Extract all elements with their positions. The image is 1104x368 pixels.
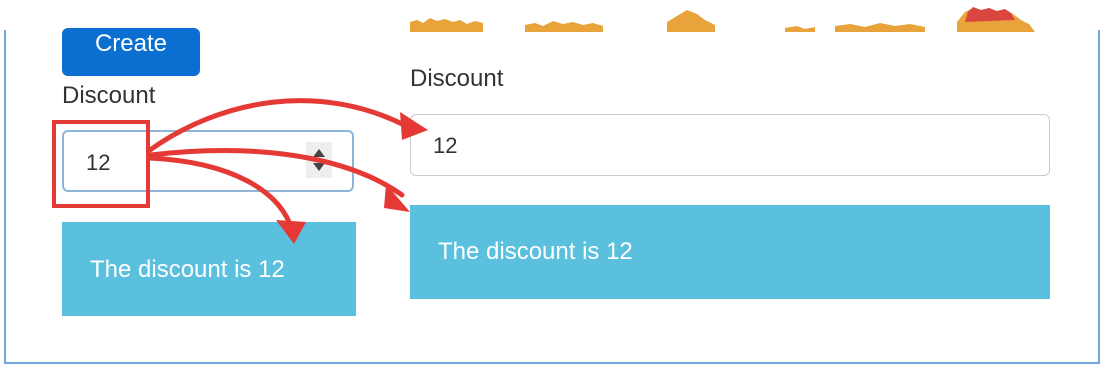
spinner-arrows-icon[interactable]	[306, 142, 332, 178]
discount-label-left: Discount	[62, 82, 156, 109]
discount-text-input[interactable]: 12	[410, 114, 1050, 176]
discount-message-right-text: The discount is 12	[438, 238, 633, 265]
stepper-down-icon[interactable]	[313, 163, 325, 171]
highlight-box	[52, 120, 150, 208]
discount-message-left: The discount is 12	[62, 222, 356, 316]
discount-message-left-text: The discount is 12	[90, 256, 285, 283]
discount-label-right: Discount	[410, 65, 504, 92]
stepper-up-icon[interactable]	[313, 149, 325, 157]
create-button[interactable]: Create	[62, 28, 200, 76]
discount-message-right: The discount is 12	[410, 205, 1050, 299]
sparkline-graphic	[410, 7, 1035, 32]
discount-text-input-value: 12	[433, 133, 458, 158]
